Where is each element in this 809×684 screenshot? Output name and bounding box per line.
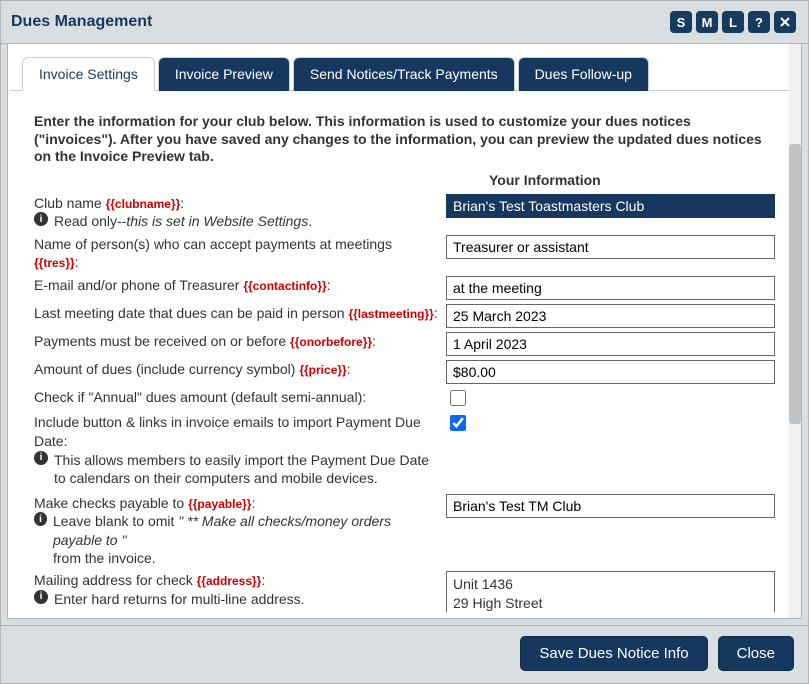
- your-information-header: Your Information: [34, 172, 775, 188]
- token-lastmeeting: {{lastmeeting}}: [348, 307, 433, 321]
- row-payable: Make checks payable to {{payable}}: i Le…: [34, 494, 775, 567]
- save-button[interactable]: Save Dues Notice Info: [520, 636, 707, 671]
- payable-input[interactable]: [446, 494, 775, 518]
- label-tres: Name of person(s) who can accept payment…: [34, 235, 446, 273]
- address-input[interactable]: Unit 1436 29 High Street Nowheresville L…: [446, 571, 775, 612]
- hint-include-import: This allows members to easily import the…: [54, 451, 429, 487]
- tab-send-notices[interactable]: Send Notices/Track Payments: [293, 57, 515, 91]
- label-payable: Make checks payable to {{payable}}: i Le…: [34, 494, 446, 567]
- content-area: Invoice Settings Invoice Preview Send No…: [7, 44, 802, 619]
- row-onorbefore: Payments must be received on or before {…: [34, 332, 775, 356]
- row-contactinfo: E-mail and/or phone of Treasurer {{conta…: [34, 276, 775, 300]
- dues-management-dialog: Dues Management S M L ? Invoice Settings…: [0, 0, 809, 684]
- token-payable: {{payable}}: [188, 497, 251, 511]
- row-annual: Check if "Annual" dues amount (default s…: [34, 388, 775, 409]
- annual-checkbox[interactable]: [450, 390, 466, 406]
- info-icon: i: [34, 512, 47, 526]
- clubname-readonly: Brian's Test Toastmasters Club: [446, 194, 775, 218]
- label-include-import: Include button & links in invoice emails…: [34, 413, 446, 487]
- scrollbar-track[interactable]: [789, 44, 801, 618]
- label-onorbefore: Payments must be received on or before {…: [34, 332, 446, 351]
- row-include-import: Include button & links in invoice emails…: [34, 413, 775, 487]
- titlebar: Dues Management S M L ?: [1, 1, 808, 44]
- tab-strip: Invoice Settings Invoice Preview Send No…: [10, 56, 799, 91]
- row-address: Mailing address for check {{address}}: i…: [34, 571, 775, 612]
- label-annual: Check if "Annual" dues amount (default s…: [34, 388, 446, 407]
- token-clubname: {{clubname}}: [106, 197, 181, 211]
- close-icon[interactable]: [774, 11, 796, 33]
- tab-invoice-preview[interactable]: Invoice Preview: [158, 57, 290, 91]
- row-tres: Name of person(s) who can accept payment…: [34, 235, 775, 273]
- token-onorbefore: {{onorbefore}}: [290, 335, 372, 349]
- contactinfo-input[interactable]: [446, 276, 775, 300]
- token-tres: {{tres}}: [34, 256, 75, 270]
- token-address: {{address}}: [197, 574, 262, 588]
- size-large-button[interactable]: L: [722, 11, 744, 33]
- size-small-button[interactable]: S: [670, 11, 692, 33]
- scrollbar-thumb[interactable]: [789, 144, 801, 424]
- titlebar-controls: S M L ?: [670, 11, 796, 33]
- label-contactinfo: E-mail and/or phone of Treasurer {{conta…: [34, 276, 446, 295]
- close-button[interactable]: Close: [718, 636, 794, 671]
- include-import-checkbox[interactable]: [450, 415, 466, 431]
- info-icon: i: [34, 212, 48, 226]
- label-address: Mailing address for check {{address}}: i…: [34, 571, 446, 608]
- dialog-title: Dues Management: [11, 13, 152, 31]
- row-clubname: Club name {{clubname}}: i Read only--thi…: [34, 194, 775, 231]
- size-medium-button[interactable]: M: [696, 11, 718, 33]
- token-contactinfo: {{contactinfo}}: [243, 279, 326, 293]
- intro-text: Enter the information for your club belo…: [34, 113, 775, 166]
- info-icon: i: [34, 451, 48, 465]
- row-price: Amount of dues (include currency symbol)…: [34, 360, 775, 384]
- info-icon: i: [34, 590, 48, 604]
- label-lastmeeting: Last meeting date that dues can be paid …: [34, 304, 446, 323]
- tab-invoice-settings[interactable]: Invoice Settings: [22, 57, 155, 91]
- hint-payable: Leave blank to omit " ** Make all checks…: [53, 512, 438, 567]
- label-clubname: Club name {{clubname}}: i Read only--thi…: [34, 194, 446, 231]
- dialog-footer: Save Dues Notice Info Close: [1, 625, 808, 683]
- tab-dues-followup[interactable]: Dues Follow-up: [518, 57, 649, 91]
- lastmeeting-input[interactable]: [446, 304, 775, 328]
- hint-clubname: Read only--this is set in Website Settin…: [54, 212, 312, 230]
- token-price: {{price}}: [299, 363, 346, 377]
- help-button[interactable]: ?: [748, 11, 770, 33]
- tab-panel-invoice-settings: Enter the information for your club belo…: [10, 91, 799, 612]
- onorbefore-input[interactable]: [446, 332, 775, 356]
- tres-input[interactable]: [446, 235, 775, 259]
- hint-address: Enter hard returns for multi-line addres…: [54, 590, 305, 608]
- row-lastmeeting: Last meeting date that dues can be paid …: [34, 304, 775, 328]
- label-price: Amount of dues (include currency symbol)…: [34, 360, 446, 379]
- price-input[interactable]: [446, 360, 775, 384]
